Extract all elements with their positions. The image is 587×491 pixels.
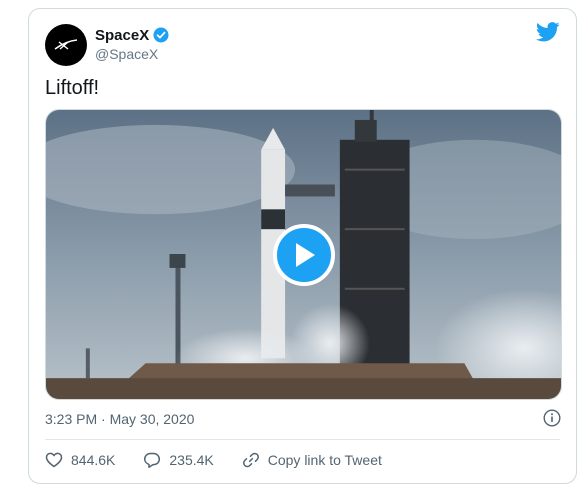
reply-count: 235.4K [169, 452, 214, 468]
twitter-bird-icon[interactable] [536, 22, 560, 42]
tweet-card[interactable]: SpaceX @SpaceX Liftoff! 3:23 PM · May 30… [28, 8, 577, 484]
video-player[interactable] [45, 109, 562, 400]
author-handle[interactable]: @SpaceX [95, 46, 169, 62]
action-bar: 844.6K 235.4K Copy link to Tweet [45, 451, 410, 469]
like-count: 844.6K [71, 452, 116, 468]
speech-bubble-icon [144, 452, 161, 469]
divider [45, 439, 560, 440]
copy-link-label: Copy link to Tweet [267, 452, 382, 468]
heart-icon [45, 452, 63, 468]
author-block[interactable]: SpaceX @SpaceX [95, 25, 169, 62]
play-button[interactable] [272, 223, 335, 286]
play-icon [295, 242, 315, 267]
reply-button[interactable]: 235.4K [143, 451, 214, 469]
author-display-name[interactable]: SpaceX [95, 27, 149, 44]
tweet-timestamp[interactable]: 3:23 PM · May 30, 2020 [45, 411, 194, 427]
copy-link-button[interactable]: Copy link to Tweet [242, 451, 382, 469]
tweet-text: Liftoff! [45, 77, 100, 99]
avatar[interactable] [45, 24, 87, 66]
like-button[interactable]: 844.6K [45, 451, 115, 469]
link-icon [242, 452, 259, 468]
spacex-logo-icon [54, 39, 78, 50]
verified-badge-icon [153, 27, 169, 43]
info-icon[interactable] [543, 409, 561, 427]
